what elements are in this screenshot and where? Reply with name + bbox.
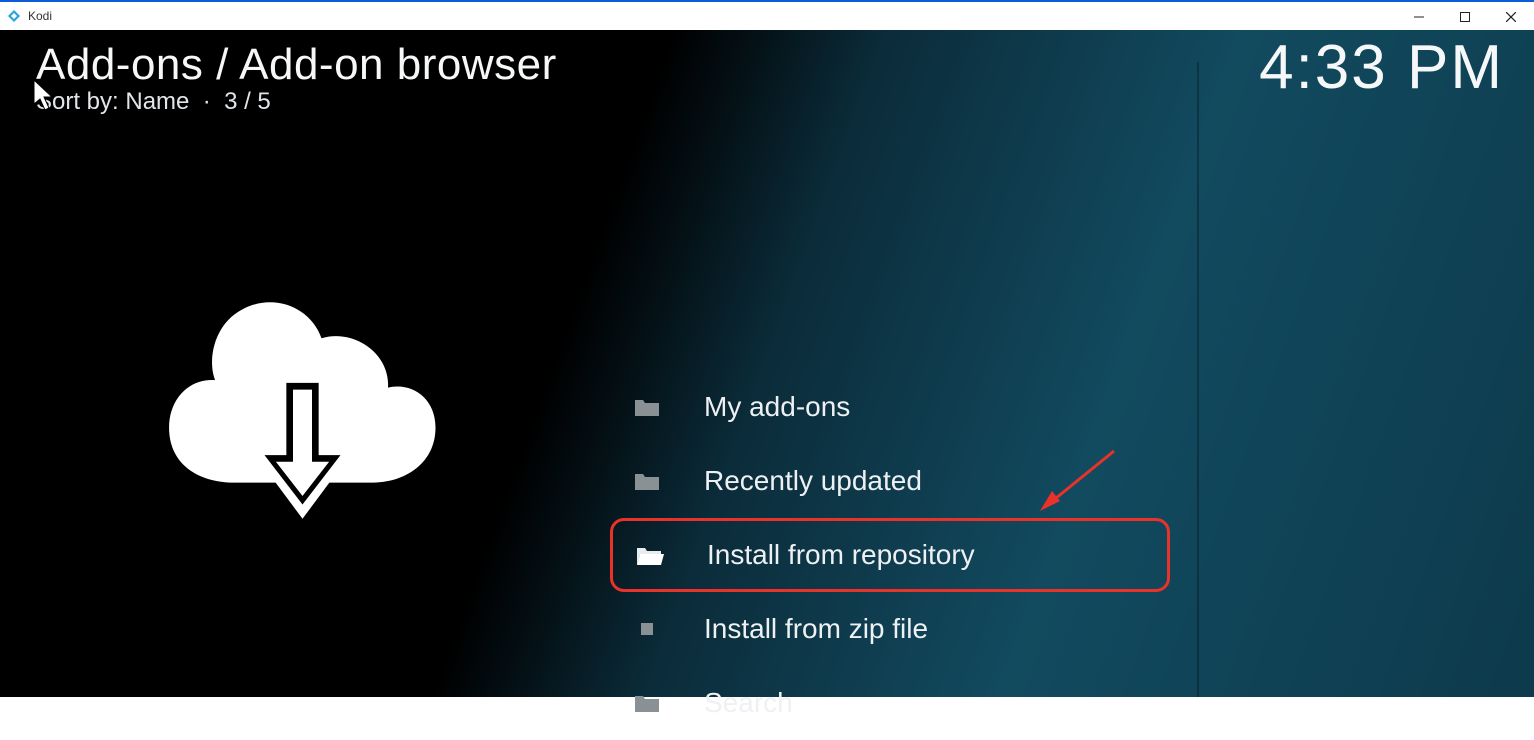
menu-list: My add-ons Recently updated Install from… bbox=[610, 370, 1170, 740]
app-body: Add-ons / Add-on browser Sort by: Name ·… bbox=[0, 30, 1534, 697]
breadcrumb: Add-ons / Add-on browser bbox=[36, 40, 557, 90]
menu-item-my-addons[interactable]: My add-ons bbox=[610, 370, 1170, 444]
file-icon bbox=[632, 622, 662, 636]
separator: · bbox=[203, 88, 211, 115]
cloud-download-icon bbox=[160, 285, 445, 540]
menu-item-recently-updated[interactable]: Recently updated bbox=[610, 444, 1170, 518]
mouse-cursor-icon bbox=[32, 78, 60, 121]
menu-item-install-from-zip[interactable]: Install from zip file bbox=[610, 592, 1170, 666]
folder-open-icon bbox=[635, 544, 665, 566]
menu-item-label: Search bbox=[704, 687, 793, 719]
window-controls bbox=[1396, 2, 1534, 32]
menu-item-search[interactable]: Search bbox=[610, 666, 1170, 740]
list-position: 3 / 5 bbox=[224, 88, 271, 115]
close-button[interactable] bbox=[1488, 2, 1534, 32]
sort-info: Sort by: Name · 3 / 5 bbox=[36, 88, 557, 116]
window-titlebar: Kodi bbox=[0, 0, 1534, 30]
kodi-logo-icon bbox=[6, 8, 22, 24]
folder-icon bbox=[632, 471, 662, 491]
menu-item-install-from-repository[interactable]: Install from repository bbox=[610, 518, 1170, 592]
clock: 4:33 PM bbox=[1259, 32, 1504, 103]
menu-item-label: Install from zip file bbox=[704, 613, 928, 645]
menu-item-label: Recently updated bbox=[704, 465, 922, 497]
menu-item-label: My add-ons bbox=[704, 391, 850, 423]
maximize-button[interactable] bbox=[1442, 2, 1488, 32]
folder-icon bbox=[632, 397, 662, 417]
folder-icon bbox=[632, 693, 662, 713]
menu-item-label: Install from repository bbox=[707, 539, 975, 571]
window-title: Kodi bbox=[28, 9, 52, 23]
minimize-button[interactable] bbox=[1396, 2, 1442, 32]
vertical-divider bbox=[1197, 62, 1199, 697]
header: Add-ons / Add-on browser Sort by: Name ·… bbox=[36, 40, 1504, 116]
